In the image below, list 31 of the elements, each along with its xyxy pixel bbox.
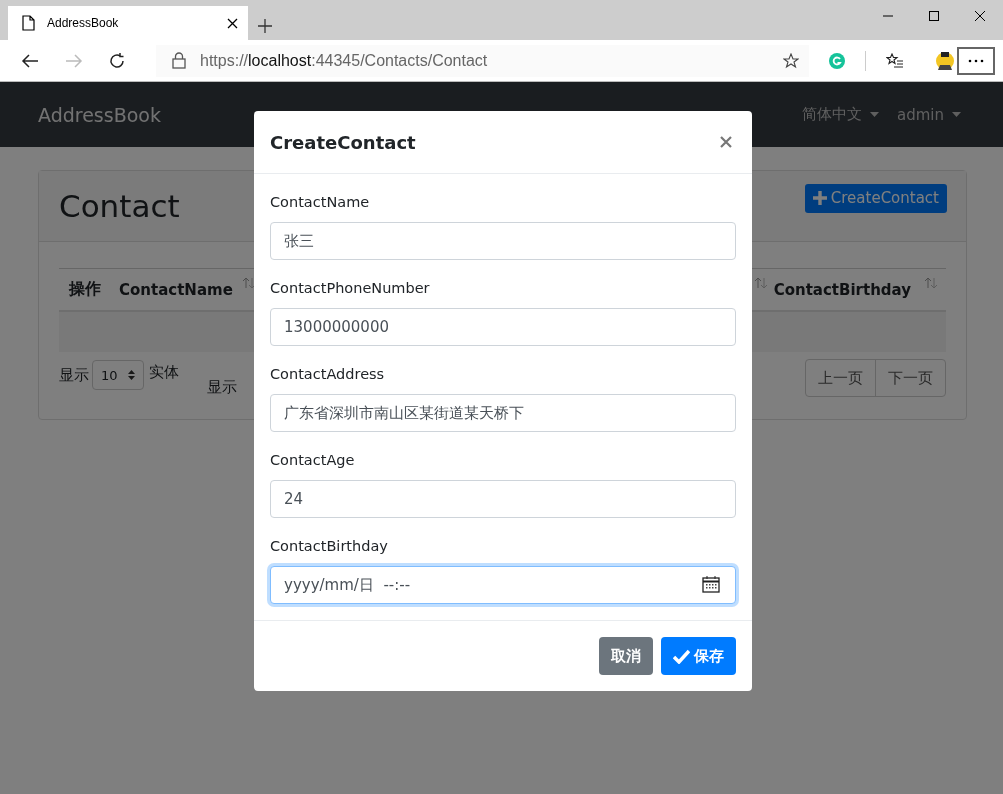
cancel-button[interactable]: 取消 [599, 637, 653, 675]
brand-link[interactable]: AddressBook [38, 103, 161, 126]
url-text: https://localhost:44345/Contacts/Contact [200, 51, 489, 70]
page-title: Contact [59, 188, 180, 224]
pagination-button[interactable]: 下一页 [875, 360, 945, 396]
page-length-select[interactable]: 10 [92, 360, 144, 390]
field-label: ContactAddress [270, 365, 386, 384]
browser-tab[interactable]: AddressBook [8, 6, 248, 40]
input-field[interactable]: 24 [270, 480, 736, 518]
column-header[interactable]: ContactName [119, 280, 256, 299]
column-header: 操作 [69, 279, 101, 300]
dropdown-toggle[interactable]: admin [897, 105, 961, 124]
field-label: ContactBirthday [270, 537, 389, 556]
date-field[interactable]: yyyy/mm/日 --:-- [270, 566, 736, 604]
input-field[interactable]: 13000000000 [270, 308, 736, 346]
table-info: 显示 [206, 378, 237, 397]
length-label: 实体 [148, 362, 179, 382]
pagination-button[interactable]: 上一页 [806, 360, 875, 396]
input-field[interactable]: 广东省深圳市南山区某街道某天桥下 [270, 394, 736, 432]
dialog-title: CreateContact [270, 131, 416, 153]
field-label: ContactName [270, 193, 371, 212]
length-label: 显示 [59, 365, 89, 385]
field-label: ContactPhoneNumber [270, 279, 431, 298]
address-bar[interactable]: https://localhost:44345/Contacts/Contact [156, 44, 809, 77]
tab-title: AddressBook [47, 16, 120, 30]
field-label: ContactAge [270, 451, 356, 470]
save-button[interactable]: 保存 [661, 637, 736, 675]
column-header[interactable]: ContactBirthday [773, 280, 946, 299]
dropdown-toggle[interactable]: 简体中文 [802, 105, 879, 124]
create-contact-button[interactable]: CreateContact [804, 183, 947, 213]
input-field[interactable]: 张三 [270, 222, 736, 260]
